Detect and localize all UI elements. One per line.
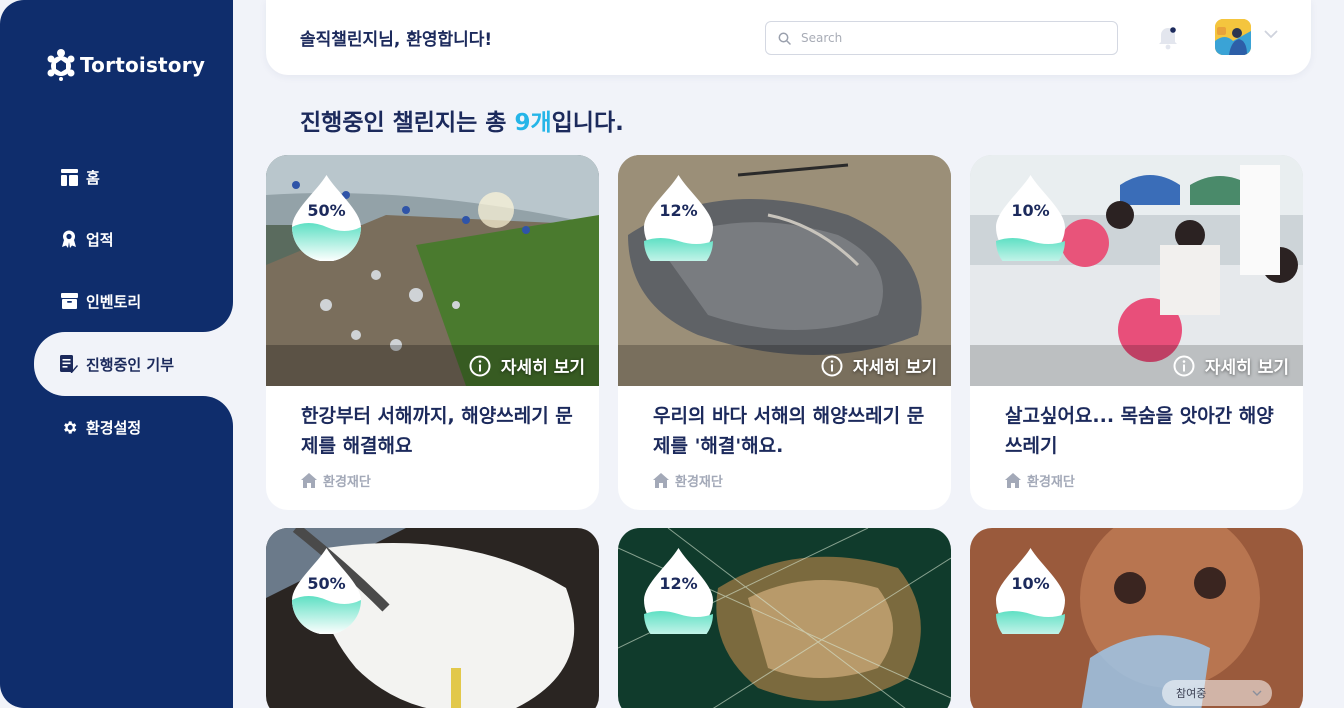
sidebar-item-label: 인벤토리: [86, 292, 142, 311]
detail-label: 자세히 보기: [500, 358, 585, 378]
home-icon: [1005, 473, 1021, 488]
sidebar-nav: 홈 업적 인벤토리 진행중인 기부 환경설정: [0, 146, 233, 458]
status-select-value: 참여중: [1176, 687, 1207, 700]
medal-icon: [60, 230, 78, 248]
challenge-card[interactable]: 50%: [266, 528, 599, 708]
sidebar-item-home[interactable]: 홈: [0, 146, 233, 208]
sidebar-item-label: 홈: [86, 168, 100, 187]
detail-link[interactable]: 자세히 보기: [821, 353, 937, 378]
organization-name: 환경재단: [675, 475, 723, 490]
info-icon: [469, 355, 491, 376]
card-title: 살고싶어요... 목숨을 앗아간 해양 쓰레기: [1005, 405, 1274, 457]
detail-label: 자세히 보기: [852, 358, 937, 378]
organization-name: 환경재단: [1027, 475, 1075, 490]
page-heading: 진행중인 챌린지는 총 9개입니다.: [300, 103, 624, 137]
card-title: 한강부터 서해까지, 해양쓰레기 문제를 해결해요: [301, 405, 573, 457]
heading-prefix: 진행중인 챌린지는 총: [300, 110, 515, 136]
challenge-card[interactable]: 12% 자세히 보기 우리의 바다 서해의 해양쓰레기 문제를 '해결'해요. …: [618, 155, 951, 510]
card-organization: 환경재단: [653, 471, 723, 490]
notification-bell-icon[interactable]: [1156, 24, 1180, 50]
sidebar-item-achievements[interactable]: 업적: [0, 208, 233, 270]
info-icon: [821, 355, 843, 376]
progress-percent: 12%: [659, 574, 698, 593]
sidebar-item-inventory[interactable]: 인벤토리: [0, 270, 233, 332]
archive-icon: [60, 292, 78, 310]
challenge-card[interactable]: 10% 자세히 보기 살고싶어요... 목숨을 앗아간 해양 쓰레기 환경재단: [970, 155, 1303, 510]
sidebar-item-ongoing-donations[interactable]: 진행중인 기부: [34, 332, 233, 396]
challenge-card[interactable]: 12%: [618, 528, 951, 708]
turtle-logo-icon: [47, 49, 75, 81]
card-organization: 환경재단: [1005, 471, 1075, 490]
sidebar-item-label: 진행중인 기부: [86, 355, 175, 374]
detail-link[interactable]: 자세히 보기: [1173, 353, 1289, 378]
info-icon: [1173, 355, 1195, 376]
chevron-down-icon[interactable]: [1264, 30, 1278, 39]
greeting-text: 솔직챌린지님, 환영합니다!: [300, 30, 493, 50]
sidebar-item-settings[interactable]: 환경설정: [0, 396, 233, 458]
home-icon: [301, 473, 317, 488]
search-box[interactable]: [765, 21, 1118, 55]
heading-suffix: 입니다.: [551, 110, 624, 136]
progress-percent: 50%: [307, 201, 346, 220]
sidebar-item-label: 환경설정: [86, 418, 142, 437]
detail-label: 자세히 보기: [1204, 358, 1289, 378]
progress-percent: 10%: [1011, 574, 1050, 593]
card-title: 우리의 바다 서해의 해양쓰레기 문제를 '해결'해요.: [653, 405, 925, 457]
brand-logo[interactable]: Tortoistory: [46, 48, 205, 82]
donation-list-icon: [60, 355, 78, 373]
search-icon: [778, 32, 791, 45]
top-header: 솔직챌린지님, 환영합니다!: [266, 0, 1311, 75]
challenge-card[interactable]: 50% 자세히 보기 한강부터 서해까지, 해양쓰레기 문제를 해결해요 환경재…: [266, 155, 599, 510]
status-select[interactable]: 참여중: [1162, 680, 1272, 706]
challenge-count: 9개: [514, 110, 552, 136]
home-icon: [60, 168, 78, 186]
card-organization: 환경재단: [301, 471, 371, 490]
progress-percent: 10%: [1011, 201, 1050, 220]
sidebar: Tortoistory 홈 업적 인벤토리 진행중인 기부 환경설정: [0, 0, 233, 708]
organization-name: 환경재단: [323, 475, 371, 490]
sidebar-item-label: 업적: [86, 230, 114, 249]
chevron-down-icon: [1252, 690, 1262, 696]
detail-link[interactable]: 자세히 보기: [469, 353, 585, 378]
avatar[interactable]: [1215, 19, 1251, 55]
home-icon: [653, 473, 669, 488]
progress-percent: 50%: [307, 574, 346, 593]
search-input[interactable]: [801, 31, 1101, 45]
brand-name: Tortoistory: [80, 53, 206, 77]
gear-icon: [60, 418, 78, 436]
progress-percent: 12%: [659, 201, 698, 220]
